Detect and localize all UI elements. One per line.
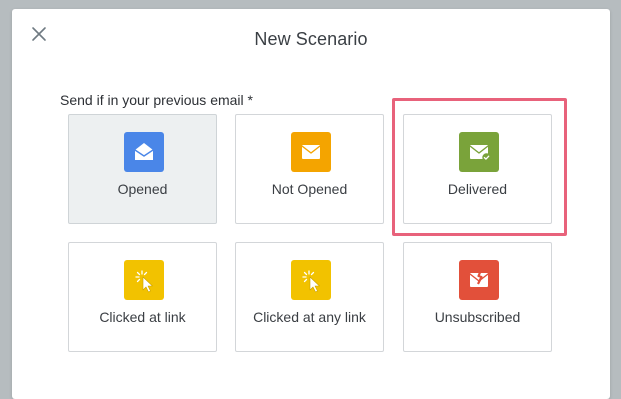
option-unsubscribed[interactable]: Unsubscribed [403, 242, 552, 352]
cursor-click-icon [124, 260, 164, 300]
envelope-delivered-icon [459, 132, 499, 172]
new-scenario-dialog: New Scenario Send if in your previous em… [12, 9, 610, 399]
dialog-title: New Scenario [254, 29, 368, 49]
envelope-closed-icon [291, 132, 331, 172]
option-clicked-at-link[interactable]: Clicked at link [68, 242, 217, 352]
envelope-unsubscribe-icon [459, 260, 499, 300]
envelope-open-icon [124, 132, 164, 172]
option-label: Not Opened [271, 181, 348, 197]
cursor-click-icon [291, 260, 331, 300]
option-opened[interactable]: Opened [68, 114, 217, 224]
option-clicked-at-any-link[interactable]: Clicked at any link [235, 242, 384, 352]
option-not-opened[interactable]: Not Opened [235, 114, 384, 224]
option-label: Opened [117, 181, 168, 197]
option-label: Unsubscribed [434, 309, 521, 325]
section-label: Send if in your previous email * [60, 92, 253, 108]
option-label: Delivered [447, 181, 508, 197]
option-label: Clicked at link [99, 309, 186, 325]
option-delivered[interactable]: Delivered [403, 114, 552, 224]
option-label: Clicked at any link [253, 309, 366, 325]
